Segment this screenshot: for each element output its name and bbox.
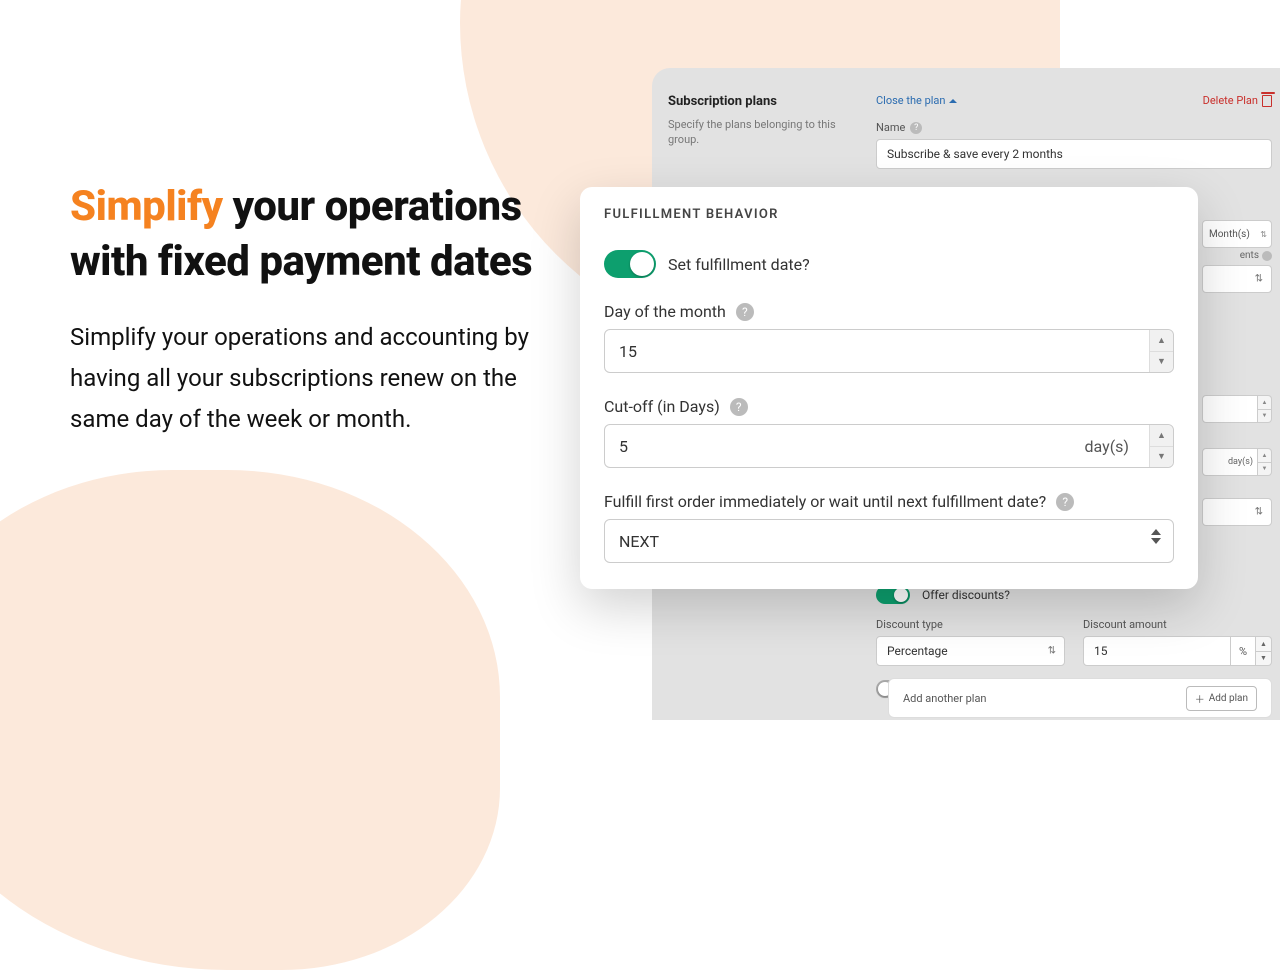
- bg-blob-bottom: [0, 470, 500, 970]
- help-icon[interactable]: ?: [910, 122, 922, 134]
- add-plan-button-label: Add plan: [1209, 693, 1248, 704]
- discount-amount-input[interactable]: 15: [1083, 636, 1231, 666]
- help-icon[interactable]: ?: [736, 303, 754, 321]
- edge-days-input[interactable]: day(s): [1202, 448, 1258, 476]
- day-of-month-value: 15: [619, 342, 637, 361]
- offer-discounts-label: Offer discounts?: [922, 588, 1010, 602]
- set-fulfillment-date-toggle[interactable]: [604, 250, 656, 278]
- caret-up-icon: [949, 99, 957, 103]
- headline-accent: Simplify: [70, 182, 223, 231]
- edge-dropdown[interactable]: [1202, 498, 1272, 526]
- add-plan-button[interactable]: ＋Add plan: [1186, 686, 1257, 711]
- day-of-month-stepper[interactable]: ▲▼: [1149, 330, 1173, 372]
- fulfillment-behavior-title: FULFILLMENT BEHAVIOR: [604, 207, 1174, 222]
- interval-unit-select[interactable]: Month(s): [1202, 220, 1272, 248]
- cutoff-value: 5: [619, 437, 628, 456]
- first-order-select[interactable]: NEXT: [604, 519, 1174, 563]
- help-icon[interactable]: ?: [1056, 493, 1074, 511]
- ents-label: ents: [1240, 250, 1259, 261]
- subscription-plans-heading: Subscription plans: [668, 94, 858, 109]
- edge-select-2: [1202, 498, 1272, 526]
- cutoff-stepper[interactable]: ▲▼: [1149, 425, 1173, 467]
- name-label-row: Name ?: [876, 121, 1272, 134]
- help-icon[interactable]: [1262, 251, 1272, 261]
- cutoff-input[interactable]: 5 day(s) ▲▼: [604, 424, 1174, 468]
- fulfillment-behavior-card: FULFILLMENT BEHAVIOR Set fulfillment dat…: [580, 187, 1198, 589]
- cutoff-label: Cut-off (in Days): [604, 397, 720, 416]
- delete-plan-link[interactable]: Delete Plan: [1203, 94, 1272, 107]
- delete-plan-label: Delete Plan: [1203, 94, 1258, 107]
- marketing-copy: Simplify your operations with fixed paym…: [70, 180, 540, 440]
- discount-type-select[interactable]: Percentage: [876, 636, 1065, 666]
- first-order-value: NEXT: [619, 532, 659, 551]
- trash-icon: [1262, 95, 1272, 107]
- subscription-plans-hint: Specify the plans belonging to this grou…: [668, 117, 858, 148]
- discount-amount-label: Discount amount: [1083, 618, 1272, 631]
- discount-amount-stepper[interactable]: ▲▼: [1256, 636, 1272, 666]
- day-of-month-input[interactable]: 15 ▲▼: [604, 329, 1174, 373]
- ents-select[interactable]: [1202, 265, 1272, 293]
- edge-input-1[interactable]: [1202, 395, 1258, 423]
- set-fulfillment-date-label: Set fulfillment date?: [668, 255, 810, 274]
- plan-name-input[interactable]: Subscribe & save every 2 months: [876, 139, 1272, 169]
- day-of-month-label: Day of the month: [604, 302, 726, 321]
- name-label: Name: [876, 121, 905, 134]
- cutoff-unit: day(s): [1085, 437, 1159, 456]
- percent-unit: %: [1231, 636, 1256, 666]
- add-another-plan-label: Add another plan: [903, 692, 987, 705]
- close-plan-label: Close the plan: [876, 94, 945, 107]
- edge-stepper-buttons[interactable]: ▲▼: [1258, 395, 1272, 423]
- edge-ents-row: ents: [1202, 250, 1272, 293]
- add-plan-row: Add another plan ＋Add plan: [888, 678, 1272, 718]
- edge-months-select-row: Month(s): [1202, 220, 1272, 248]
- edge-stepper-buttons[interactable]: ▲▼: [1258, 448, 1272, 476]
- discount-type-label: Discount type: [876, 618, 1065, 631]
- edge-days-row: day(s)▲▼: [1202, 448, 1272, 476]
- close-plan-link[interactable]: Close the plan: [876, 94, 957, 107]
- first-order-label: Fulfill first order immediately or wait …: [604, 492, 1046, 511]
- subheadline: Simplify your operations and accounting …: [70, 317, 540, 439]
- headline: Simplify your operations with fixed paym…: [70, 180, 540, 289]
- help-icon[interactable]: ?: [730, 398, 748, 416]
- edge-stepper-1: ▲▼: [1202, 395, 1272, 423]
